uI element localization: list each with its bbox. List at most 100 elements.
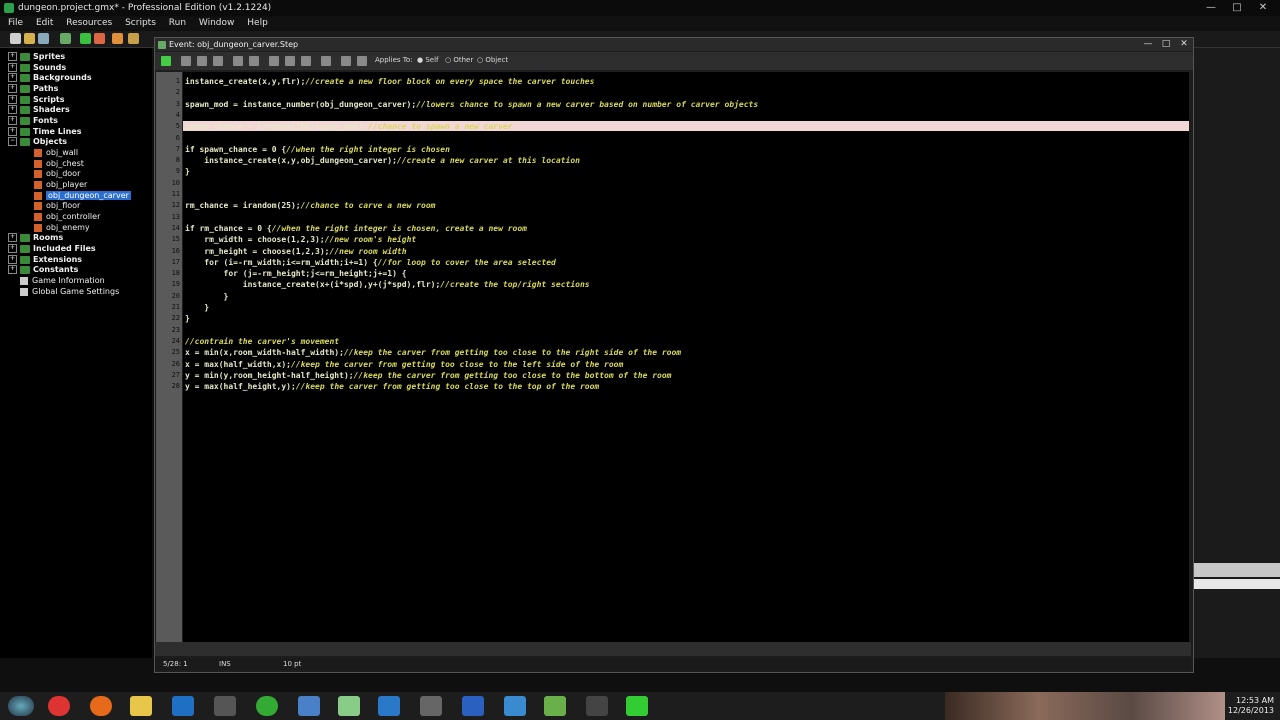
tree-object-door[interactable]: obj_door — [34, 169, 80, 179]
code-line[interactable]: } — [185, 291, 229, 302]
code-line[interactable]: y = max(half_height,y);//keep the carver… — [185, 381, 599, 392]
code-line[interactable]: spawn_mod = instance_number(obj_dungeon_… — [185, 99, 758, 110]
maximize-button[interactable]: □ — [1226, 0, 1248, 16]
undo-icon[interactable] — [233, 56, 243, 66]
chrome-icon[interactable] — [48, 696, 70, 716]
tree-group-backgrounds[interactable]: + Backgrounds — [8, 73, 92, 83]
tool-icon[interactable] — [214, 696, 236, 716]
editor-minimize-button[interactable]: — — [1141, 38, 1155, 51]
tree-object-chest[interactable]: obj_chest — [34, 159, 84, 169]
tree-group-sounds[interactable]: + Sounds — [8, 63, 66, 73]
cut-icon[interactable] — [269, 56, 279, 66]
code-line[interactable]: spawn_chance = irandom(100-spawn_mod);//… — [185, 121, 513, 132]
code-line[interactable]: } — [185, 302, 209, 313]
editor-close-button[interactable]: ✕ — [1177, 38, 1191, 51]
app-icon[interactable] — [462, 696, 484, 716]
run-game-icon[interactable] — [80, 33, 91, 44]
copy-icon[interactable] — [285, 56, 295, 66]
tree-group-rooms[interactable]: + Rooms — [8, 233, 63, 243]
gamepad-icon[interactable] — [420, 696, 442, 716]
menu-resources[interactable]: Resources — [66, 18, 112, 28]
code-line[interactable]: instance_create(x,y,obj_dungeon_carver);… — [185, 155, 580, 166]
expand-icon[interactable]: + — [8, 233, 17, 242]
app-icon[interactable] — [504, 696, 526, 716]
horizontal-scrollbar[interactable] — [155, 642, 1191, 656]
app-icon[interactable] — [378, 696, 400, 716]
code-line[interactable]: } — [185, 313, 190, 324]
code-line[interactable]: rm_height = choose(1,2,3);//new room wid… — [185, 246, 406, 257]
stop-icon[interactable] — [112, 33, 123, 44]
tree-group-fonts[interactable]: + Fonts — [8, 116, 58, 126]
debug-icon[interactable] — [94, 33, 105, 44]
code-line[interactable]: instance_create(x+(i*spd),y+(j*spd),flr)… — [185, 279, 590, 290]
app-icon[interactable] — [586, 696, 608, 716]
tree-group-scripts[interactable]: + Scripts — [8, 95, 65, 105]
tree-item-game-information[interactable]: Game Information — [20, 276, 105, 286]
color-code-icon[interactable] — [357, 56, 367, 66]
applies-self-radio[interactable]: ● Self — [417, 56, 439, 64]
photoshop-icon[interactable] — [172, 696, 194, 716]
code-text-area[interactable]: instance_create(x,y,flr);//create a new … — [183, 72, 1189, 642]
code-line[interactable]: rm_chance = irandom(25);//chance to carv… — [185, 200, 435, 211]
explorer-icon[interactable] — [130, 696, 152, 716]
expand-icon[interactable]: + — [8, 95, 17, 104]
tree-object-player[interactable]: obj_player — [34, 180, 87, 190]
collapse-icon[interactable]: − — [8, 137, 17, 146]
expand-icon[interactable]: + — [8, 73, 17, 82]
open-project-icon[interactable] — [24, 33, 35, 44]
code-line[interactable]: x = max(half_width,x);//keep the carver … — [185, 359, 623, 370]
app-icon[interactable] — [298, 696, 320, 716]
code-line[interactable]: } — [185, 166, 190, 177]
tree-group-timelines[interactable]: + Time Lines — [8, 127, 81, 137]
paste-icon[interactable] — [301, 56, 311, 66]
menu-edit[interactable]: Edit — [36, 18, 53, 28]
gamemaker-icon[interactable] — [256, 696, 278, 716]
ok-check-icon[interactable] — [161, 56, 171, 66]
tree-group-objects[interactable]: − Objects — [8, 137, 67, 147]
expand-icon[interactable]: + — [8, 63, 17, 72]
clean-icon[interactable] — [128, 33, 139, 44]
expand-icon[interactable]: + — [8, 105, 17, 114]
editor-maximize-button[interactable]: □ — [1159, 38, 1173, 51]
code-line[interactable]: instance_create(x,y,flr);//create a new … — [185, 76, 594, 87]
expand-icon[interactable]: + — [8, 127, 17, 136]
code-line[interactable]: if spawn_chance = 0 {//when the right in… — [185, 144, 450, 155]
print-icon[interactable] — [213, 56, 223, 66]
code-line[interactable]: //contrain the carver's movement — [185, 336, 339, 347]
tree-group-extensions[interactable]: + Extensions — [8, 255, 82, 265]
find-icon[interactable] — [321, 56, 331, 66]
close-button[interactable]: ✕ — [1252, 0, 1274, 16]
tree-object-floor[interactable]: obj_floor — [34, 201, 80, 211]
redo-icon[interactable] — [249, 56, 259, 66]
menu-window[interactable]: Window — [199, 18, 235, 28]
gamemaker-task-icon[interactable] — [626, 696, 648, 716]
expand-icon[interactable]: + — [8, 255, 17, 264]
applies-object-radio[interactable]: ○ Object — [477, 56, 508, 64]
menu-scripts[interactable]: Scripts — [125, 18, 156, 28]
code-line[interactable]: if rm_chance = 0 {//when the right integ… — [185, 223, 527, 234]
minimize-button[interactable]: — — [1200, 0, 1222, 16]
menu-file[interactable]: File — [8, 18, 23, 28]
expand-icon[interactable]: + — [8, 265, 17, 274]
code-line[interactable]: x = min(x,room_width-half_width);//keep … — [185, 347, 681, 358]
goto-line-icon[interactable] — [341, 56, 351, 66]
new-project-icon[interactable] — [10, 33, 21, 44]
app-icon[interactable] — [338, 696, 360, 716]
expand-icon[interactable]: + — [8, 116, 17, 125]
code-line[interactable]: for (i=-rm_width;i<=rm_width;i+=1) {//fo… — [185, 257, 556, 268]
firefox-icon[interactable] — [90, 696, 112, 716]
code-line[interactable]: y = min(y,room_height-half_height);//kee… — [185, 370, 671, 381]
menu-help[interactable]: Help — [247, 18, 268, 28]
applies-other-radio[interactable]: ○ Other — [445, 56, 473, 64]
tree-group-shaders[interactable]: + Shaders — [8, 105, 70, 115]
tree-group-included-files[interactable]: + Included Files — [8, 244, 96, 254]
code-line[interactable]: rm_width = choose(1,2,3);//new room's he… — [185, 234, 416, 245]
system-clock[interactable]: 12:53 AM 12/26/2013 — [1228, 696, 1274, 716]
code-line[interactable]: for (j=-rm_height;j<=rm_height;j+=1) { — [185, 268, 407, 279]
create-executable-icon[interactable] — [60, 33, 71, 44]
tree-item-global-game-settings[interactable]: Global Game Settings — [20, 287, 119, 297]
tree-group-constants[interactable]: + Constants — [8, 265, 78, 275]
start-button-icon[interactable] — [8, 696, 34, 716]
tree-object-controller[interactable]: obj_controller — [34, 212, 100, 222]
expand-icon[interactable]: + — [8, 244, 17, 253]
